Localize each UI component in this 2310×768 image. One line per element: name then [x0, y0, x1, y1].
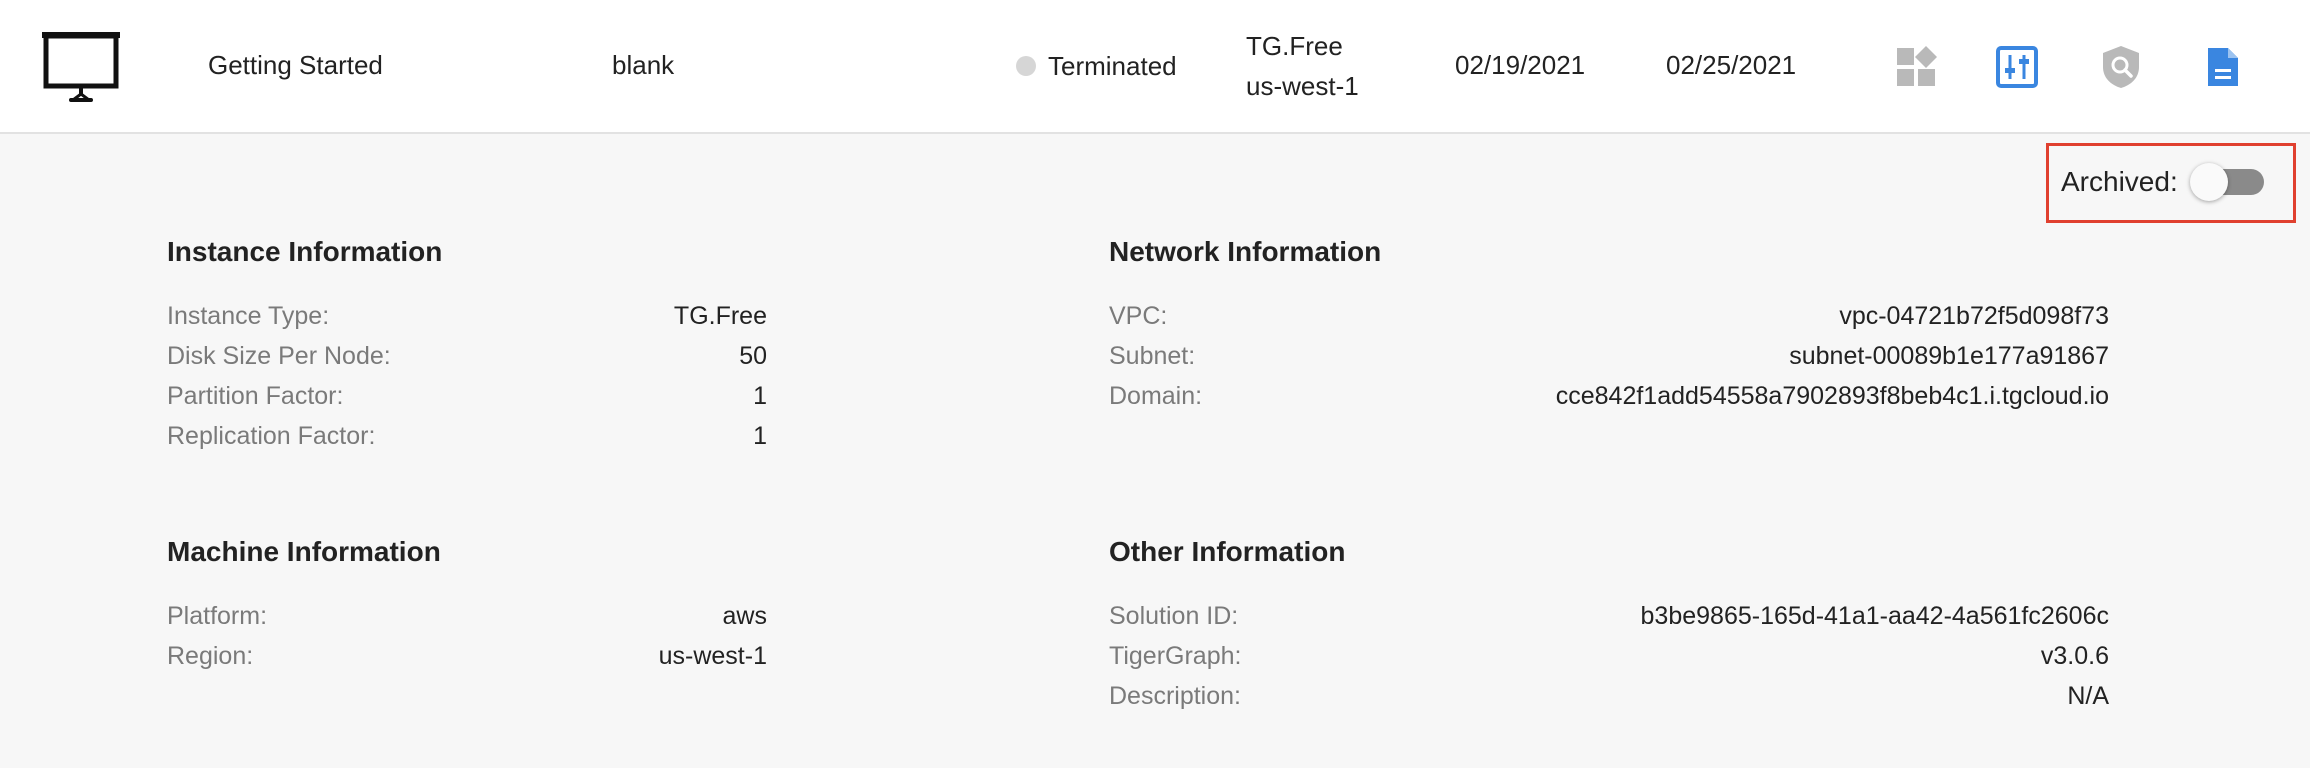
- info-row: Disk Size Per Node: 50: [167, 336, 767, 376]
- instance-tier: TG.Free: [1246, 31, 1343, 61]
- info-value: 1: [753, 422, 767, 450]
- info-value: us-west-1: [658, 642, 767, 670]
- info-label: Replication Factor:: [167, 422, 376, 450]
- section-title: Other Information: [1109, 536, 1346, 567]
- info-label: VPC:: [1109, 302, 1168, 330]
- info-row: Platform: aws: [167, 596, 767, 636]
- security-button[interactable]: [2098, 44, 2144, 90]
- info-label: Subnet:: [1109, 342, 1196, 370]
- network-information-section: Network Information VPC: vpc-04721b72f5d0…: [1109, 232, 2109, 416]
- info-label: TigerGraph:: [1109, 642, 1242, 670]
- configure-button[interactable]: [1994, 44, 2040, 90]
- info-value: cce842f1add54558a7902893f8beb4c1.i.tgclo…: [1555, 382, 2109, 410]
- info-label: Instance Type:: [167, 302, 330, 330]
- info-value: TG.Free: [673, 302, 767, 330]
- info-label: Disk Size Per Node:: [167, 342, 391, 370]
- info-value: v3.0.6: [2040, 642, 2109, 670]
- info-row: Region: us-west-1: [167, 636, 767, 676]
- status-text: Terminated: [1048, 51, 1177, 81]
- document-icon: [2208, 48, 2238, 86]
- shield-search-icon: [2103, 46, 2139, 88]
- archived-toggle-knob: [2190, 163, 2228, 201]
- info-value: 50: [739, 342, 767, 370]
- other-information-section: Other Information Solution ID: b3be9865-1…: [1109, 532, 2109, 716]
- info-label: Domain:: [1109, 382, 1203, 410]
- logs-button[interactable]: [2200, 44, 2246, 90]
- info-label: Platform:: [167, 602, 268, 630]
- info-label: Solution ID:: [1109, 602, 1239, 630]
- solution-name: Getting Started: [208, 50, 383, 80]
- archived-label: Archived:: [2061, 166, 2178, 197]
- info-value: 1: [753, 382, 767, 410]
- info-row: Replication Factor: 1: [167, 416, 767, 456]
- info-value: N/A: [2067, 682, 2109, 710]
- info-row: Subnet: subnet-00089b1e177a91867: [1109, 336, 2109, 376]
- info-row: Description: N/A: [1109, 676, 2109, 716]
- section-title: Machine Information: [167, 536, 441, 567]
- info-row: Partition Factor: 1: [167, 376, 767, 416]
- status-indicator-dot: [1016, 56, 1036, 76]
- machine-information-section: Machine Information Platform: aws Region:…: [167, 532, 767, 676]
- solution-template: blank: [612, 50, 675, 80]
- info-row: Solution ID: b3be9865-165d-41a1-aa42-4a56…: [1109, 596, 2109, 636]
- solution-header-row[interactable]: Getting Started blank Terminated TG.Free…: [0, 0, 2310, 134]
- info-label: Region:: [167, 642, 254, 670]
- info-row: Instance Type: TG.Free: [167, 296, 767, 336]
- info-label: Partition Factor:: [167, 382, 344, 410]
- info-label: Description:: [1109, 682, 1241, 710]
- archived-toggle[interactable]: [2190, 163, 2266, 201]
- dashboard-icon: [1897, 46, 1937, 86]
- info-row: Domain: cce842f1add54558a7902893f8beb4c1.…: [1109, 376, 2109, 416]
- section-title: Instance Information: [167, 236, 443, 267]
- created-date: 02/19/2021: [1455, 50, 1586, 80]
- info-row: VPC: vpc-04721b72f5d098f73: [1109, 296, 2109, 336]
- info-row: TigerGraph: v3.0.6: [1109, 636, 2109, 676]
- info-value: vpc-04721b72f5d098f73: [1839, 302, 2109, 330]
- dashboard-button[interactable]: [1893, 44, 1939, 90]
- info-value: aws: [722, 602, 767, 630]
- info-value: b3be9865-165d-41a1-aa42-4a561fc2606c: [1640, 602, 2109, 630]
- instance-region: us-west-1: [1246, 71, 1359, 101]
- info-value: subnet-00089b1e177a91867: [1789, 342, 2109, 370]
- updated-date: 02/25/2021: [1666, 50, 1797, 80]
- section-title: Network Information: [1109, 236, 1382, 267]
- presentation-board-icon: [42, 32, 120, 102]
- instance-information-section: Instance Information Instance Type: TG.Fr…: [167, 232, 767, 456]
- sliders-icon: [1996, 46, 2038, 88]
